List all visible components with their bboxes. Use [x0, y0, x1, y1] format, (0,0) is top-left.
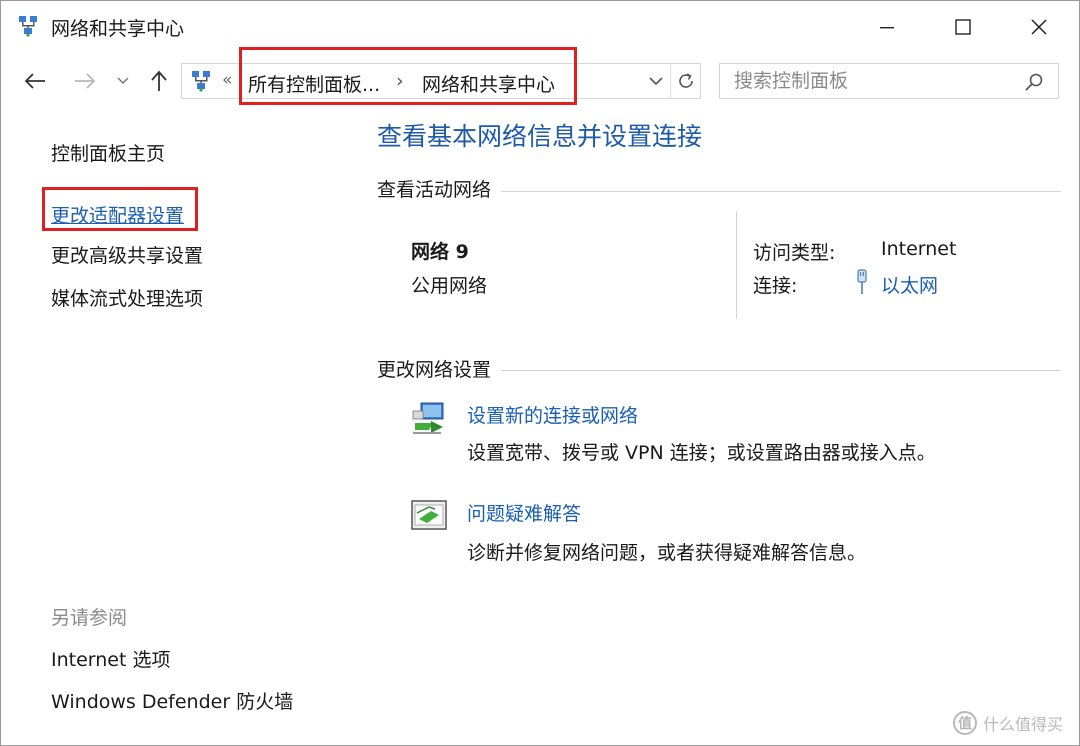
refresh-icon [678, 73, 693, 88]
active-networks-heading: 查看活动网络 [377, 175, 502, 202]
ethernet-icon [853, 269, 871, 295]
change-settings-heading: 更改网络设置 [377, 355, 502, 382]
minimize-button[interactable] [849, 1, 925, 53]
network-sharing-center-window: 网络和共享中心 « 所有控制面板... › 网络和共享中心 搜索控制面板 控制面… [0, 0, 1080, 746]
network-setup-icon [409, 399, 451, 437]
breadcrumb-overflow[interactable]: « [222, 70, 232, 90]
search-icon[interactable] [1020, 68, 1048, 96]
access-type-label: 访问类型: [753, 242, 836, 264]
control-panel-home-link[interactable]: 控制面板主页 [51, 139, 165, 166]
highlight-box-adapter [42, 187, 198, 231]
network-category: 公用网络 [411, 275, 488, 297]
watermark: 值 什么值得买 [953, 711, 1063, 735]
arrow-up-icon [151, 70, 167, 91]
troubleshoot-icon [409, 497, 451, 535]
network-name: 网络 9 [411, 241, 469, 263]
media-streaming-options-link[interactable]: 媒体流式处理选项 [51, 284, 203, 311]
see-also-heading: 另请参阅 [51, 607, 128, 629]
internet-options-link[interactable]: Internet 选项 [51, 645, 170, 672]
access-type-value: Internet [881, 238, 957, 260]
network-center-icon [190, 70, 212, 92]
watermark-logo-icon: 值 [953, 711, 977, 735]
title-bar: 网络和共享中心 [1, 1, 1079, 53]
back-button[interactable] [21, 67, 49, 95]
windows-defender-firewall-link[interactable]: Windows Defender 防火墙 [51, 687, 293, 714]
chevron-down-icon [117, 77, 129, 85]
minimize-icon [880, 27, 894, 29]
forward-button[interactable] [71, 67, 99, 95]
address-dropdown-button[interactable] [640, 64, 670, 98]
close-button[interactable] [1001, 1, 1077, 53]
network-center-icon [17, 15, 39, 37]
vertical-divider [736, 211, 737, 319]
change-advanced-sharing-link[interactable]: 更改高级共享设置 [51, 241, 203, 268]
section-divider [501, 370, 1061, 371]
troubleshoot-problems-link[interactable]: 问题疑难解答 [467, 499, 581, 526]
setup-new-connection-description: 设置宽带、拨号或 VPN 连接；或设置路由器或接入点。 [467, 442, 936, 464]
connections-label: 连接: [753, 275, 798, 297]
window-title: 网络和共享中心 [51, 18, 185, 40]
chevron-down-icon [648, 76, 663, 85]
page-title: 查看基本网络信息并设置连接 [377, 122, 703, 151]
ethernet-connection-link[interactable]: 以太网 [881, 271, 938, 298]
maximize-button[interactable] [925, 1, 1001, 53]
up-button[interactable] [145, 67, 173, 95]
arrow-right-icon [75, 73, 96, 89]
arrow-left-icon [24, 73, 45, 89]
watermark-text: 什么值得买 [983, 715, 1064, 734]
close-icon [1031, 19, 1047, 35]
section-divider [501, 191, 1061, 192]
setup-new-connection-link[interactable]: 设置新的连接或网络 [467, 401, 638, 428]
search-input[interactable] [734, 69, 1014, 93]
search-box[interactable] [719, 63, 1059, 99]
troubleshoot-problems-description: 诊断并修复网络问题，或者获得疑难解答信息。 [467, 542, 867, 564]
highlight-box-address [239, 47, 577, 105]
refresh-button[interactable] [670, 64, 700, 98]
recent-locations-button[interactable] [113, 67, 133, 95]
maximize-icon [955, 19, 971, 35]
